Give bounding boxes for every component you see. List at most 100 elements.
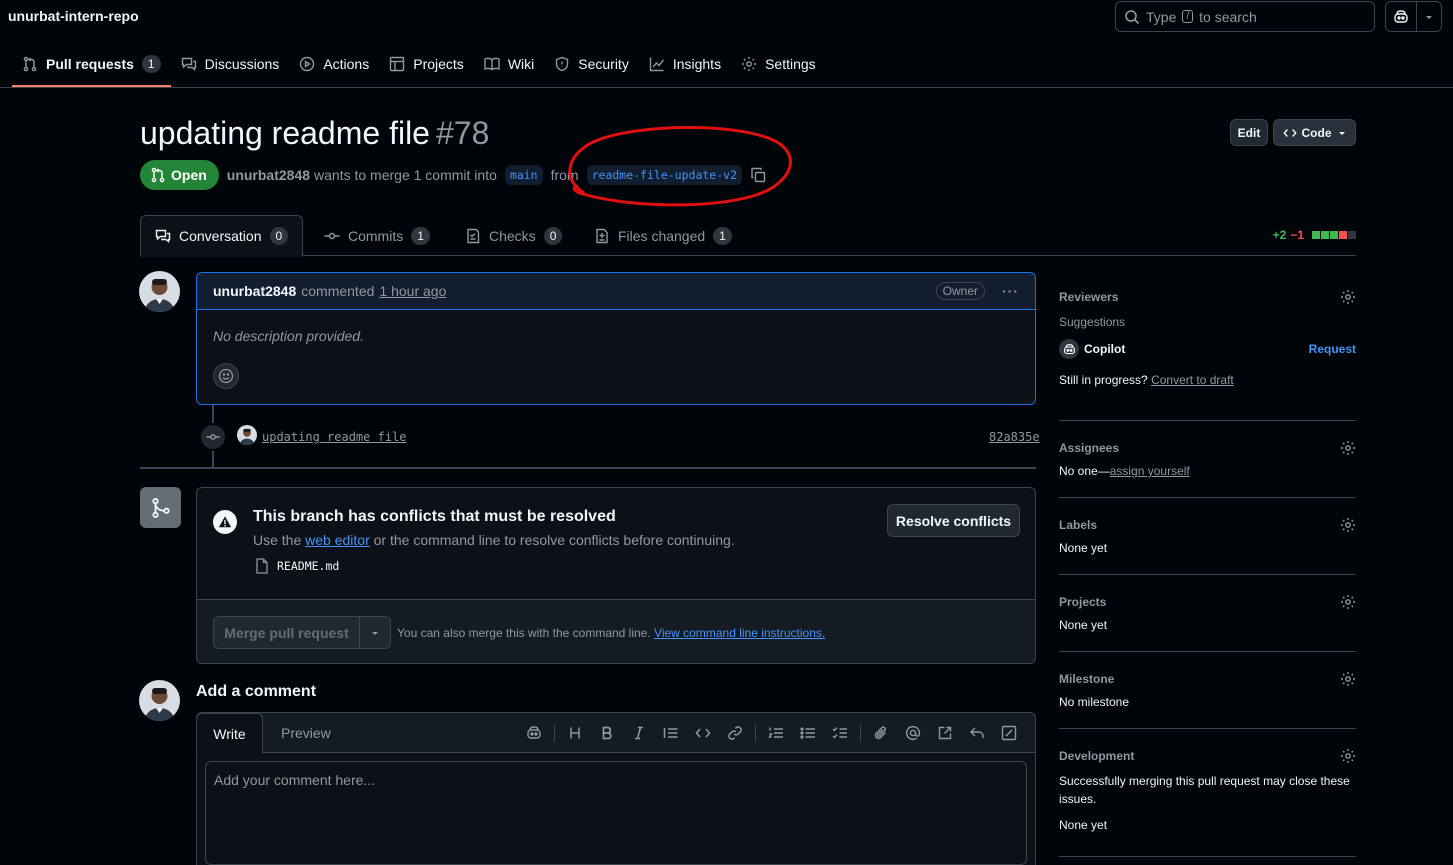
- kebab-horizontal-icon[interactable]: ···: [1002, 283, 1019, 299]
- divider: [554, 724, 555, 742]
- tab-files-changed[interactable]: Files changed 1: [594, 215, 732, 256]
- tab-conversation[interactable]: Conversation 0: [140, 215, 304, 257]
- labels-title[interactable]: Labels: [1059, 518, 1097, 532]
- nav-actions-label: Actions: [323, 56, 370, 72]
- tab-checks[interactable]: Checks 0: [465, 215, 563, 256]
- code-label: Code: [1301, 125, 1332, 140]
- comment-header: unurbat2848 commented 1 hour ago Owner ·…: [197, 273, 1035, 310]
- merge-pull-request-button[interactable]: Merge pull request: [213, 616, 391, 649]
- copilot-icon: [1059, 339, 1079, 359]
- convert-to-draft-link[interactable]: Convert to draft: [1151, 373, 1234, 387]
- code-icon[interactable]: [687, 721, 719, 745]
- head-branch[interactable]: readme-file-update-v2: [586, 165, 742, 185]
- quote-icon[interactable]: [655, 721, 687, 745]
- copilot-icon[interactable]: [518, 721, 550, 745]
- reply-icon[interactable]: [961, 721, 993, 745]
- top-header: unurbat-intern-repo Type / to search Pul…: [0, 0, 1453, 88]
- gear-icon[interactable]: [1340, 517, 1356, 533]
- tab-conversation-count: 0: [269, 227, 289, 245]
- nav-pull-requests-label: Pull requests: [46, 56, 134, 72]
- assign-yourself-link[interactable]: assign yourself: [1110, 464, 1190, 478]
- search-shortcut-key: /: [1182, 10, 1194, 23]
- avatar[interactable]: [139, 271, 180, 312]
- git-merge-icon: [140, 487, 181, 528]
- copy-icon[interactable]: [750, 167, 766, 183]
- development-title[interactable]: Development: [1059, 749, 1134, 763]
- fullscreen-icon[interactable]: [993, 721, 1025, 745]
- gear-icon[interactable]: [1340, 748, 1356, 764]
- nav-pull-requests[interactable]: Pull requests 1: [12, 47, 171, 87]
- commit-sha-link[interactable]: 82a835e: [989, 430, 1040, 444]
- sidebar-milestone: Milestone No milestone: [1059, 652, 1356, 729]
- resolve-conflicts-button[interactable]: Resolve conflicts: [887, 504, 1020, 537]
- assignees-title[interactable]: Assignees: [1059, 441, 1119, 455]
- cross-reference-icon[interactable]: [929, 721, 961, 745]
- nav-actions[interactable]: Actions: [289, 47, 379, 81]
- search-input[interactable]: Type / to search: [1115, 1, 1375, 32]
- nav-security[interactable]: Security: [544, 47, 639, 81]
- gear-icon[interactable]: [1340, 671, 1356, 687]
- bold-icon[interactable]: [591, 721, 623, 745]
- milestone-title[interactable]: Milestone: [1059, 672, 1114, 686]
- projects-title[interactable]: Projects: [1059, 595, 1106, 609]
- comment-timestamp[interactable]: 1 hour ago: [379, 283, 446, 299]
- conflict-desc-suffix: or the command line to resolve conflicts…: [373, 532, 735, 548]
- current-user-avatar[interactable]: [139, 680, 180, 721]
- divider: [860, 724, 861, 742]
- link-icon[interactable]: [719, 721, 751, 745]
- commit-author-avatar[interactable]: [237, 425, 257, 445]
- nav-discussions[interactable]: Discussions: [171, 47, 290, 81]
- nav-insights[interactable]: Insights: [639, 47, 731, 81]
- merge-description: wants to merge 1 commit into: [314, 167, 497, 183]
- list-unordered-icon[interactable]: [792, 721, 824, 745]
- request-review-link[interactable]: Request: [1309, 342, 1356, 356]
- copilot-reviewer-name: Copilot: [1084, 342, 1126, 356]
- chevron-down-icon[interactable]: [360, 617, 390, 648]
- smiley-icon[interactable]: [213, 363, 239, 389]
- italic-icon[interactable]: [623, 721, 655, 745]
- repo-name[interactable]: unurbat-intern-repo: [8, 8, 139, 24]
- paperclip-icon[interactable]: [865, 721, 897, 745]
- mention-icon[interactable]: [897, 721, 929, 745]
- edit-title-button[interactable]: Edit: [1230, 119, 1268, 146]
- conflict-file-name: README.md: [277, 559, 340, 573]
- comment-body: No description provided.: [213, 328, 364, 344]
- pr-author-link[interactable]: unurbat2848: [227, 167, 310, 183]
- list-ordered-icon[interactable]: [760, 721, 792, 745]
- tab-commits[interactable]: Commits 1: [324, 215, 430, 256]
- tasklist-icon[interactable]: [824, 721, 856, 745]
- nav-projects-label: Projects: [413, 56, 464, 72]
- nav-projects[interactable]: Projects: [379, 47, 474, 81]
- conflict-description: Use the web editor or the command line t…: [253, 532, 735, 548]
- code-button[interactable]: Code: [1273, 119, 1356, 146]
- diffstat-additions: +2: [1272, 228, 1287, 242]
- gear-icon[interactable]: [1340, 594, 1356, 610]
- tab-write[interactable]: Write: [196, 713, 263, 754]
- timeline-divider: [140, 467, 1036, 469]
- base-branch[interactable]: main: [504, 165, 543, 185]
- diffstat-block: [1348, 231, 1356, 239]
- merge-pull-request-label[interactable]: Merge pull request: [214, 617, 360, 648]
- copilot-menu-button[interactable]: [1385, 1, 1442, 32]
- comment-author[interactable]: unurbat2848: [213, 283, 296, 299]
- gear-icon[interactable]: [1340, 440, 1356, 456]
- file-icon: [256, 558, 268, 574]
- commit-message-link[interactable]: updating readme file: [262, 430, 407, 444]
- command-line-instructions-link[interactable]: View command line instructions.: [654, 626, 825, 640]
- comment-textarea[interactable]: [205, 761, 1027, 865]
- status-label: Open: [171, 167, 207, 183]
- diffstat-block: [1330, 231, 1338, 239]
- copilot-icon[interactable]: [1386, 2, 1416, 31]
- tab-preview[interactable]: Preview: [281, 713, 331, 753]
- chevron-down-icon[interactable]: [1417, 12, 1441, 22]
- conflict-desc-prefix: Use the: [253, 532, 302, 548]
- gear-icon[interactable]: [1340, 289, 1356, 305]
- merge-hint: You can also merge this with the command…: [397, 626, 825, 640]
- search-prefix: Type: [1146, 8, 1177, 25]
- reviewers-title[interactable]: Reviewers: [1059, 290, 1118, 304]
- nav-wiki[interactable]: Wiki: [474, 47, 544, 81]
- git-pull-request-icon: [23, 56, 37, 72]
- web-editor-link[interactable]: web editor: [305, 532, 370, 548]
- heading-icon[interactable]: [559, 721, 591, 745]
- nav-settings[interactable]: Settings: [731, 47, 826, 81]
